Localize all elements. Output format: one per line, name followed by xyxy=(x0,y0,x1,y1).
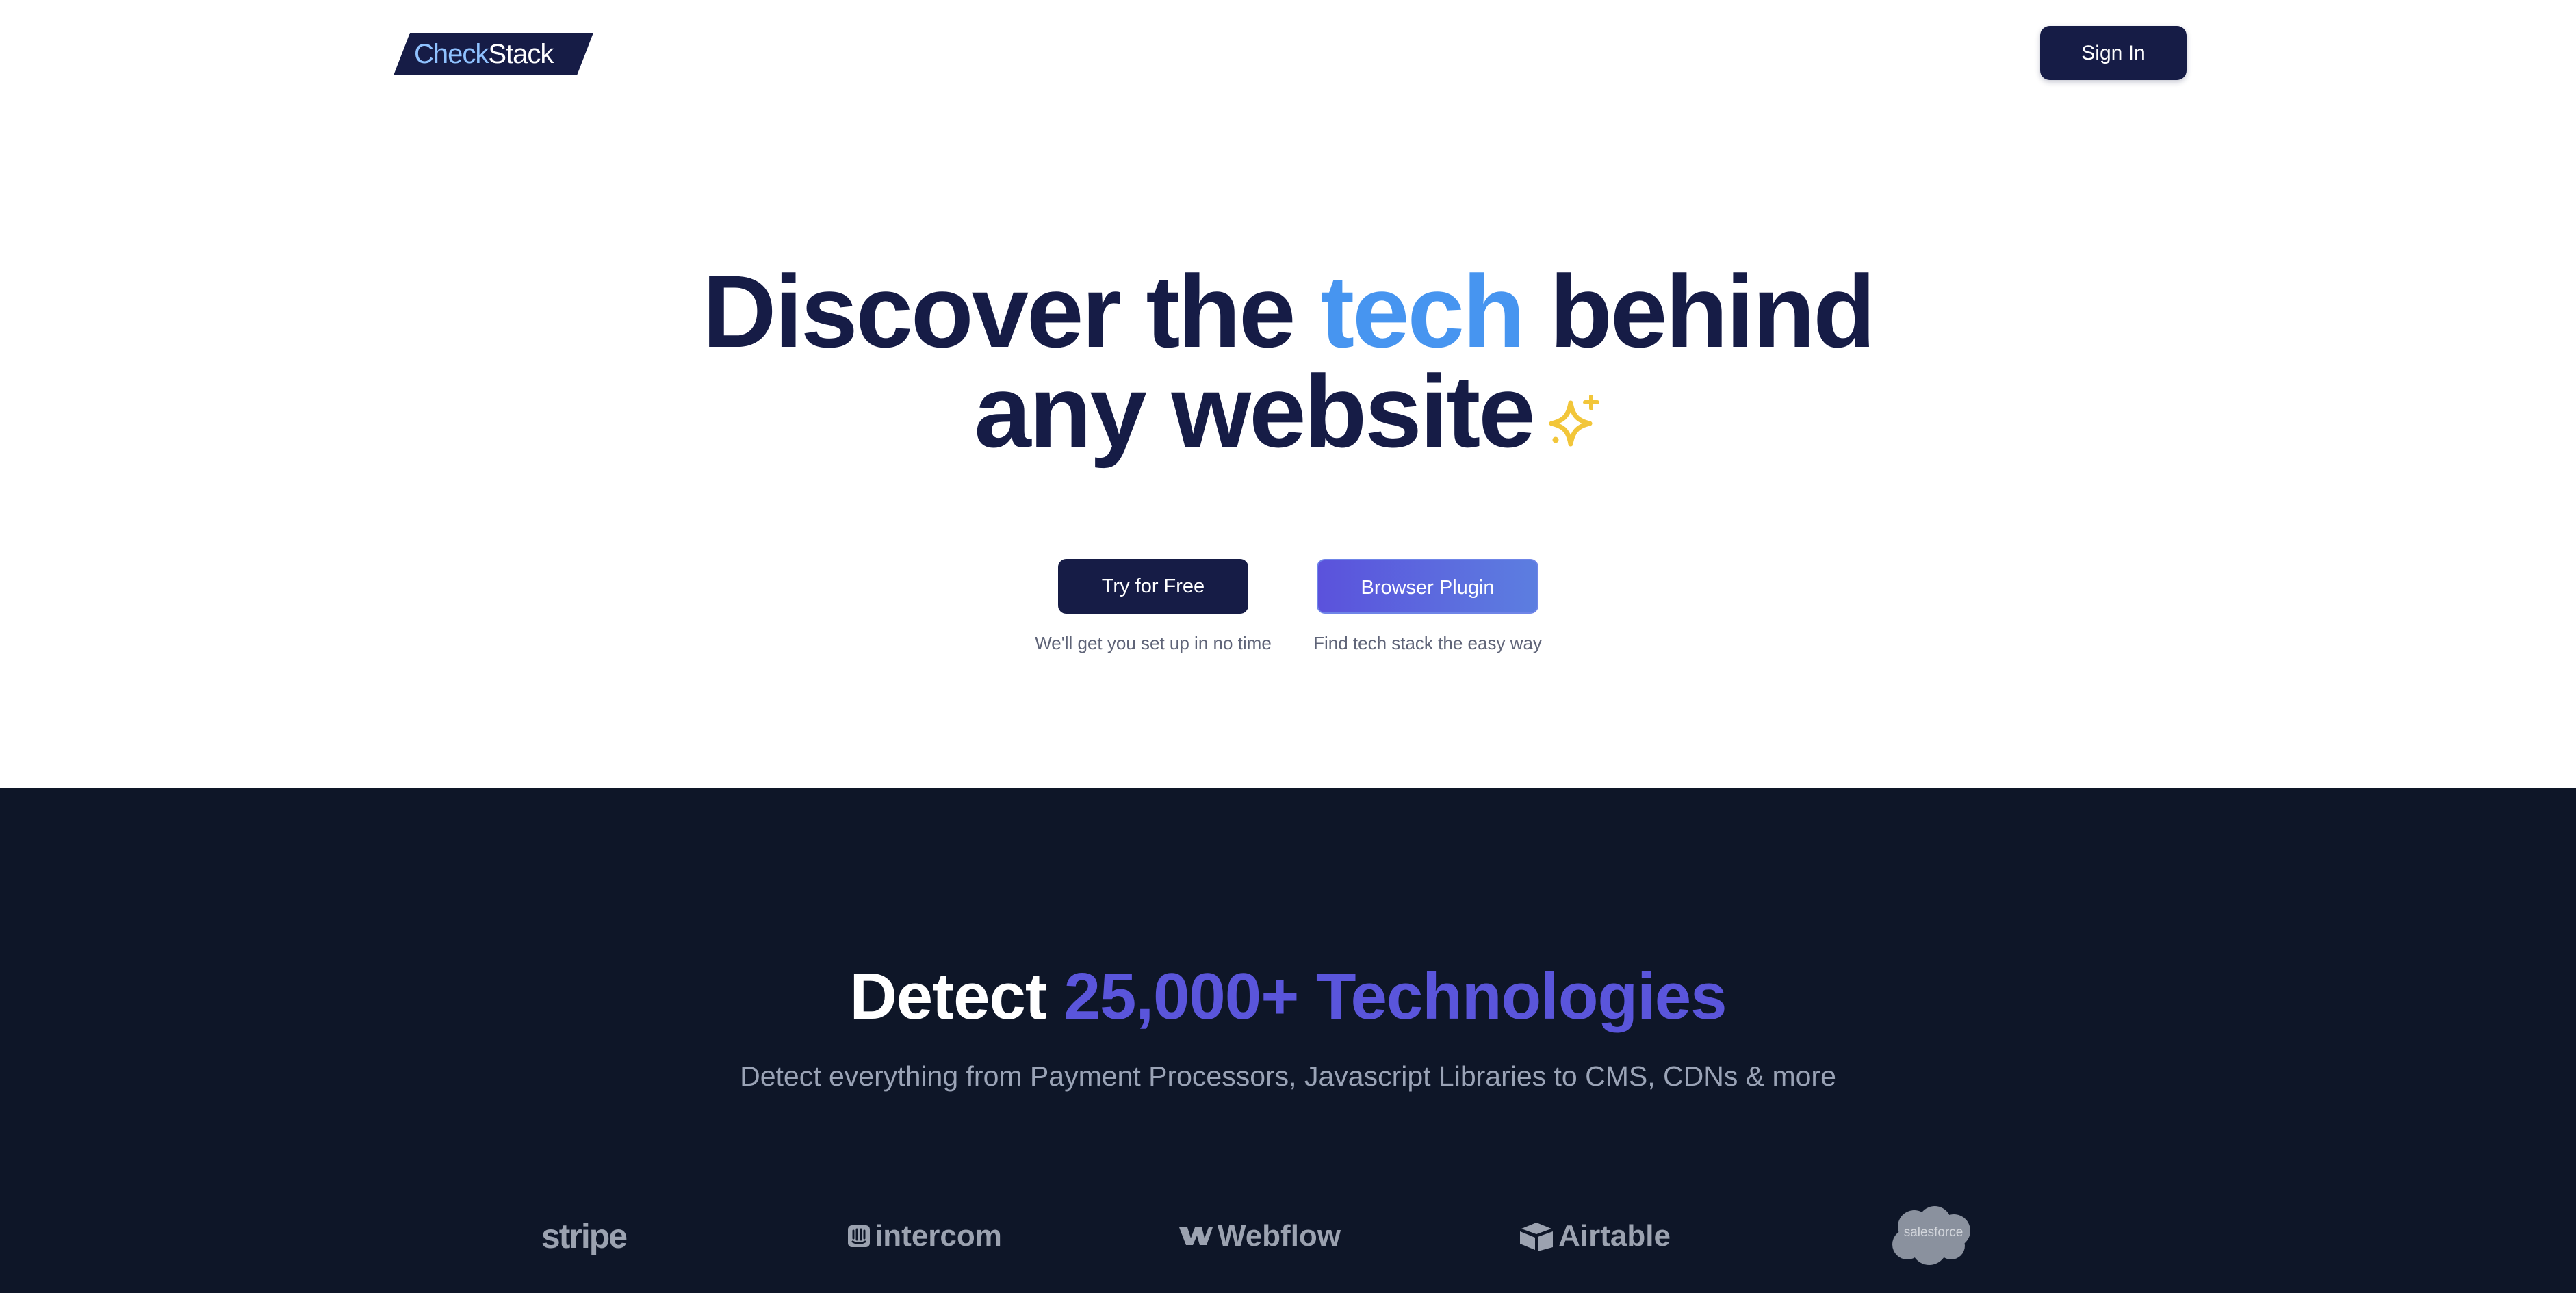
sparkle-icon xyxy=(1547,364,1602,464)
technologies-title-part1: Detect xyxy=(849,960,1064,1033)
sign-in-button[interactable]: Sign In xyxy=(2040,26,2187,80)
plugin-note: Find tech stack the easy way xyxy=(1313,633,1542,653)
hero-title-accent: tech xyxy=(1320,254,1525,369)
hero-title: Discover the tech behind any website xyxy=(0,260,2576,469)
salesforce-wordmark: salesforce xyxy=(1903,1225,1963,1240)
browser-plugin-button[interactable]: Browser Plugin xyxy=(1317,559,1538,614)
try-free-note: We'll get you set up in no time xyxy=(1035,633,1272,653)
intercom-wordmark: intercom xyxy=(875,1219,1002,1253)
technologies-title-accent: 25,000+ Technologies xyxy=(1064,960,1727,1033)
airtable-wordmark: Airtable xyxy=(1558,1219,1671,1253)
try-for-free-button[interactable]: Try for Free xyxy=(1058,559,1248,614)
stripe-logo: stripe xyxy=(541,1217,628,1255)
technologies-title: Detect 25,000+ Technologies xyxy=(0,959,2576,1034)
logo-word-stack: Stack xyxy=(488,39,554,69)
logo-word-check: Check xyxy=(414,39,489,69)
hero-title-part1: Discover the xyxy=(702,254,1321,369)
cta-row: Try for Free Browser Plugin xyxy=(0,559,2576,614)
hero-title-line2: any website xyxy=(974,354,1535,469)
webflow-icon xyxy=(1178,1227,1213,1245)
airtable-logo: Airtable xyxy=(1519,1209,1671,1264)
airtable-icon xyxy=(1520,1223,1554,1251)
hero-title-part2: behind xyxy=(1523,254,1876,369)
checkstack-logo[interactable]: CheckStack xyxy=(394,33,593,75)
webflow-wordmark: Webflow xyxy=(1217,1219,1341,1253)
intercom-icon xyxy=(848,1225,871,1247)
logo-wordmark: CheckStack xyxy=(414,33,554,75)
salesforce-logo: salesforce xyxy=(1889,1202,1978,1270)
technologies-section: Detect 25,000+ Technologies Detect every… xyxy=(0,788,2576,1293)
intercom-logo: intercom xyxy=(839,1209,1010,1264)
webflow-logo: Webflow xyxy=(1178,1209,1341,1264)
technologies-subtitle: Detect everything from Payment Processor… xyxy=(740,1060,1836,1092)
